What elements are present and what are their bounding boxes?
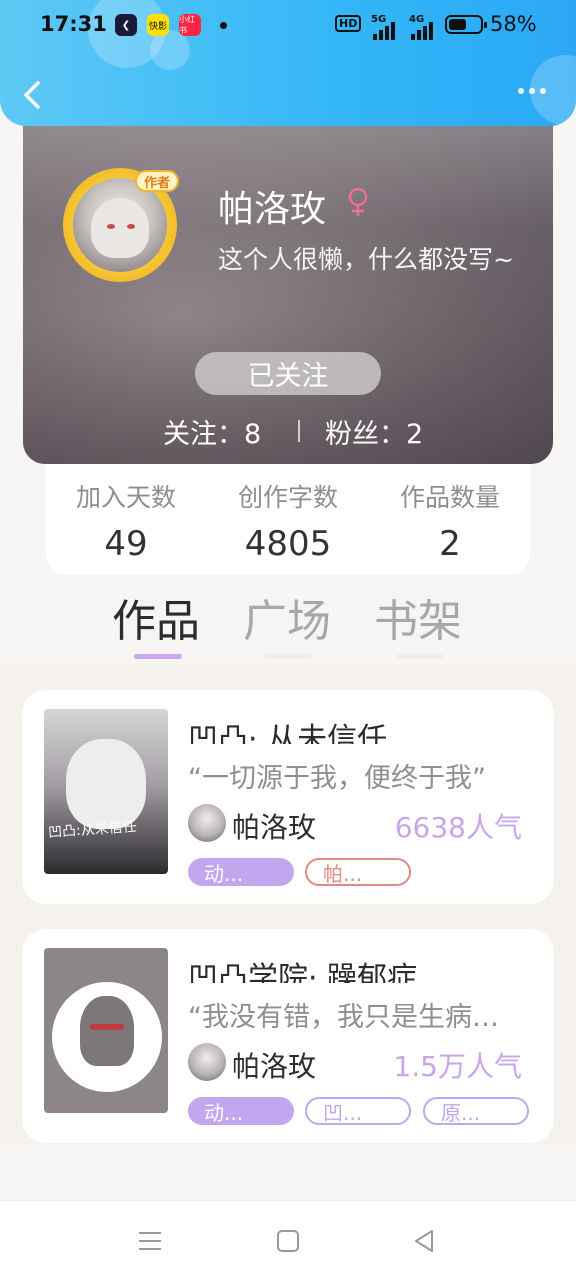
author-badge: 作者 [135,170,179,192]
work-tag[interactable]: 动... [188,1097,294,1125]
home-square-icon[interactable] [274,1227,302,1255]
back-triangle-icon[interactable] [410,1227,438,1255]
stat-join-days: 加入天数 49 [51,478,201,564]
work-tag[interactable]: 原... [423,1097,529,1125]
stat-label: 加入天数 [75,483,176,512]
popularity: 6638人气 [394,811,522,844]
tab-works[interactable]: 作品 [112,585,200,649]
kuaikan-icon: 快影 [147,14,169,36]
tab-indicator-active [134,654,182,659]
tab-square[interactable]: 广场 [243,585,331,649]
tab-bookshelf[interactable]: 书架 [374,585,462,649]
avatar-image [73,178,167,272]
popularity: 1.5万人气 [393,1050,522,1083]
stats-card: 加入天数 49 创作字数 4805 作品数量 2 [46,450,530,575]
work-cover: 凹凸:从未信任 [44,709,168,874]
work-card[interactable]: 凹凸学院· 躁郁症 “我没有错，我只是生病… 帕洛玫 1.5万人气 动... 凹… [22,929,554,1143]
work-title: 凹凸学院· 躁郁症 [188,961,418,983]
status-time: 17:31 [40,12,107,36]
divider [298,420,300,442]
profile-name: 帕洛玫 [218,189,327,230]
battery-icon [445,15,487,34]
work-title: 凹凸· 从未信任 [188,722,388,744]
avatar[interactable]: 作者 [63,168,179,282]
stat-value: 2 [439,524,461,564]
work-cover [44,948,168,1113]
work-tag[interactable]: 凹... [305,1097,411,1125]
profile-header: 作者 帕洛玫 这个人很懒，什么都没写~ 已关注 关注：8 粉丝：2 [23,100,553,464]
tab-bar: 作品 广场 书架 [0,585,576,663]
work-description: “一切源于我，便终于我” [188,763,486,794]
chevron-left-icon[interactable] [20,80,44,110]
stat-value: 49 [104,524,148,564]
stat-word-count: 创作字数 4805 [213,478,363,564]
top-header: 17:31 ❮ 快影 小红书 HD 5G 4G 58% [0,0,576,126]
hd-voice-icon: HD [335,15,362,32]
system-nav-bar [0,1200,576,1280]
cover-title: 凹凸:从未信任 [47,818,138,842]
tab-indicator [264,654,312,659]
female-icon [348,187,368,216]
author-avatar [188,1043,226,1081]
profile-bio: 这个人很懒，什么都没写~ [218,245,514,274]
followers-count[interactable]: 粉丝：2 [325,412,423,451]
author-name: 帕洛玫 [232,1050,317,1083]
follow-button[interactable]: 已关注 [195,352,381,395]
stat-label: 创作字数 [237,483,338,512]
tab-indicator [396,654,444,659]
stat-label: 作品数量 [399,483,500,512]
author-avatar [188,804,226,842]
battery-percent: 58% [490,12,537,36]
menu-icon[interactable] [136,1227,164,1255]
stat-value: 4805 [244,524,332,564]
kuaishou-lite-icon: ❮ [115,14,137,36]
more-dots-icon[interactable] [518,88,546,94]
works-list: 凹凸:从未信任 凹凸· 从未信任 “一切源于我，便终于我” 帕洛玫 6638人气… [0,664,576,1144]
work-card[interactable]: 凹凸:从未信任 凹凸· 从未信任 “一切源于我，便终于我” 帕洛玫 6638人气… [22,690,554,904]
xiaohongshu-icon: 小红书 [179,14,201,36]
signal-icon [411,22,433,40]
signal-icon [373,22,395,40]
following-count[interactable]: 关注：8 [163,412,261,451]
author-name: 帕洛玫 [232,811,317,844]
notification-dot [220,22,227,29]
work-tag[interactable]: 动... [188,858,294,886]
stat-works-count: 作品数量 2 [375,478,525,564]
status-bar: 17:31 ❮ 快影 小红书 HD 5G 4G 58% [0,0,576,52]
work-tag[interactable]: 帕... [305,858,411,886]
work-description: “我没有错，我只是生病… [188,1002,499,1033]
